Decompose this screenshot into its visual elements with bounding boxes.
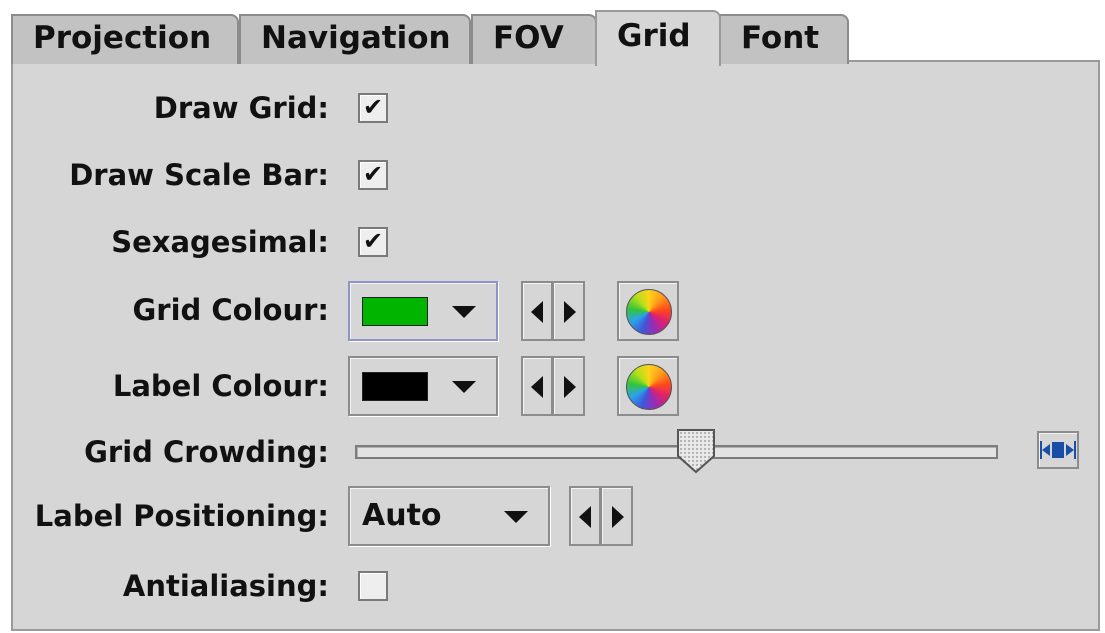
left-arrow-icon (531, 301, 543, 323)
draw-grid-checkbox[interactable]: ✔ (358, 93, 388, 123)
previous-button[interactable] (569, 486, 601, 546)
grid-colour-chooser-button[interactable] (617, 281, 679, 341)
label-colour-stepper[interactable] (521, 356, 585, 416)
label-colour-swatch (362, 372, 428, 401)
left-arrow-icon (579, 506, 591, 528)
right-arrow-icon (564, 376, 576, 398)
grid-crowding-slider-thumb[interactable] (676, 428, 716, 474)
color-wheel-icon (626, 364, 672, 410)
label-colour-select[interactable] (348, 356, 498, 416)
next-button[interactable] (601, 486, 633, 546)
dropdown-arrow-icon (452, 381, 476, 393)
label-positioning-stepper[interactable] (569, 486, 633, 546)
tab-fov[interactable]: FOV (471, 14, 597, 64)
next-button[interactable] (553, 356, 585, 416)
dropdown-arrow-icon (452, 306, 476, 318)
checkmark-icon: ✔ (362, 160, 384, 188)
grid-settings-panel (11, 60, 1100, 631)
draw-grid-label: Draw Grid: (153, 91, 329, 125)
previous-button[interactable] (521, 356, 553, 416)
tab-bar: Projection Navigation FOV Grid Font (11, 10, 851, 66)
sexagesimal-label: Sexagesimal: (111, 225, 329, 259)
grid-colour-swatch (362, 297, 428, 326)
grid-crowding-label: Grid Crowding: (84, 435, 329, 469)
tab-navigation[interactable]: Navigation (239, 14, 471, 64)
draw-scale-bar-label: Draw Scale Bar: (69, 158, 329, 192)
sexagesimal-checkbox[interactable]: ✔ (358, 227, 388, 257)
next-button[interactable] (553, 281, 585, 341)
right-arrow-icon (612, 506, 624, 528)
grid-colour-stepper[interactable] (521, 281, 585, 341)
checkmark-icon: ✔ (362, 93, 384, 121)
label-positioning-value: Auto (362, 498, 442, 533)
grid-colour-select[interactable] (348, 281, 498, 341)
left-arrow-icon (531, 376, 543, 398)
color-wheel-icon (626, 289, 672, 335)
antialiasing-checkbox[interactable] (358, 571, 388, 601)
checkmark-icon: ✔ (362, 227, 384, 255)
tab-projection[interactable]: Projection (11, 14, 239, 64)
tab-grid[interactable]: Grid (595, 10, 721, 66)
app-window: Projection Navigation FOV Grid Font Draw… (0, 0, 1105, 633)
grid-crowding-reset-button[interactable] (1037, 431, 1079, 469)
label-colour-chooser-button[interactable] (617, 356, 679, 416)
antialiasing-label: Antialiasing: (122, 569, 329, 603)
previous-button[interactable] (521, 281, 553, 341)
dropdown-arrow-icon (504, 511, 528, 523)
label-colour-label: Label Colour: (112, 369, 329, 403)
grid-colour-label: Grid Colour: (132, 293, 329, 327)
draw-scale-bar-checkbox[interactable]: ✔ (358, 160, 388, 190)
label-positioning-select[interactable]: Auto (348, 486, 550, 546)
label-positioning-label: Label Positioning: (34, 499, 329, 533)
tab-font[interactable]: Font (719, 14, 849, 64)
expand-arrows-icon (1040, 441, 1076, 459)
right-arrow-icon (564, 301, 576, 323)
